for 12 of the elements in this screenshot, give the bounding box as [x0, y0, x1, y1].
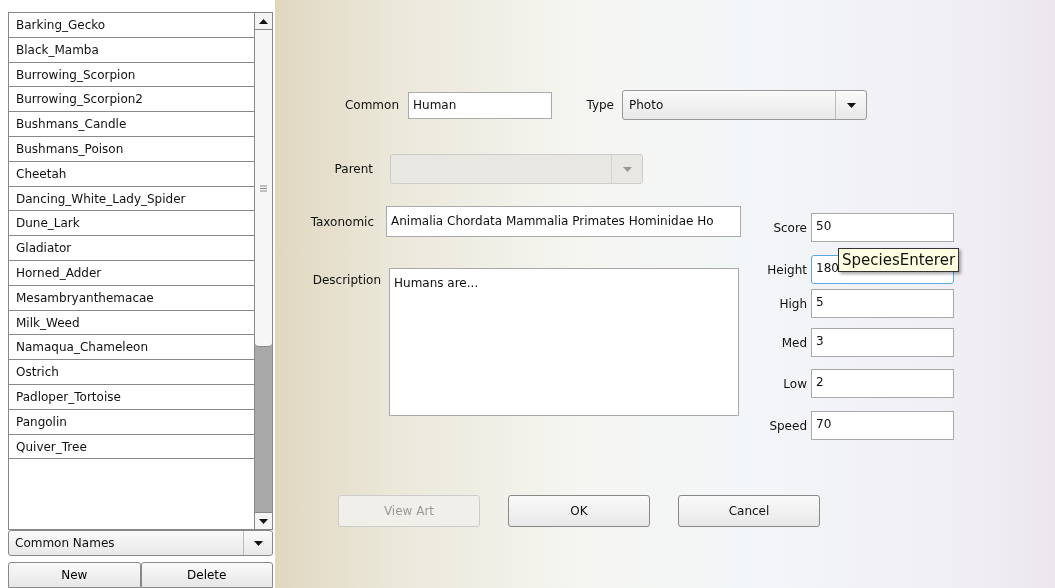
- field-label: Type: [585, 98, 614, 112]
- tooltip: SpeciesEnterer: [838, 248, 960, 272]
- field-label: Score: [772, 220, 807, 235]
- field-label: Low: [782, 376, 807, 391]
- field-label: Taxonomic: [309, 214, 374, 229]
- field-label: Med: [780, 335, 807, 350]
- field-label: High: [778, 296, 807, 311]
- field-label: Description: [311, 273, 381, 287]
- field-label: Speed: [768, 418, 807, 433]
- field-label: Height: [766, 262, 807, 277]
- field-label: Parent: [333, 162, 373, 176]
- field-label: Common: [343, 98, 399, 112]
